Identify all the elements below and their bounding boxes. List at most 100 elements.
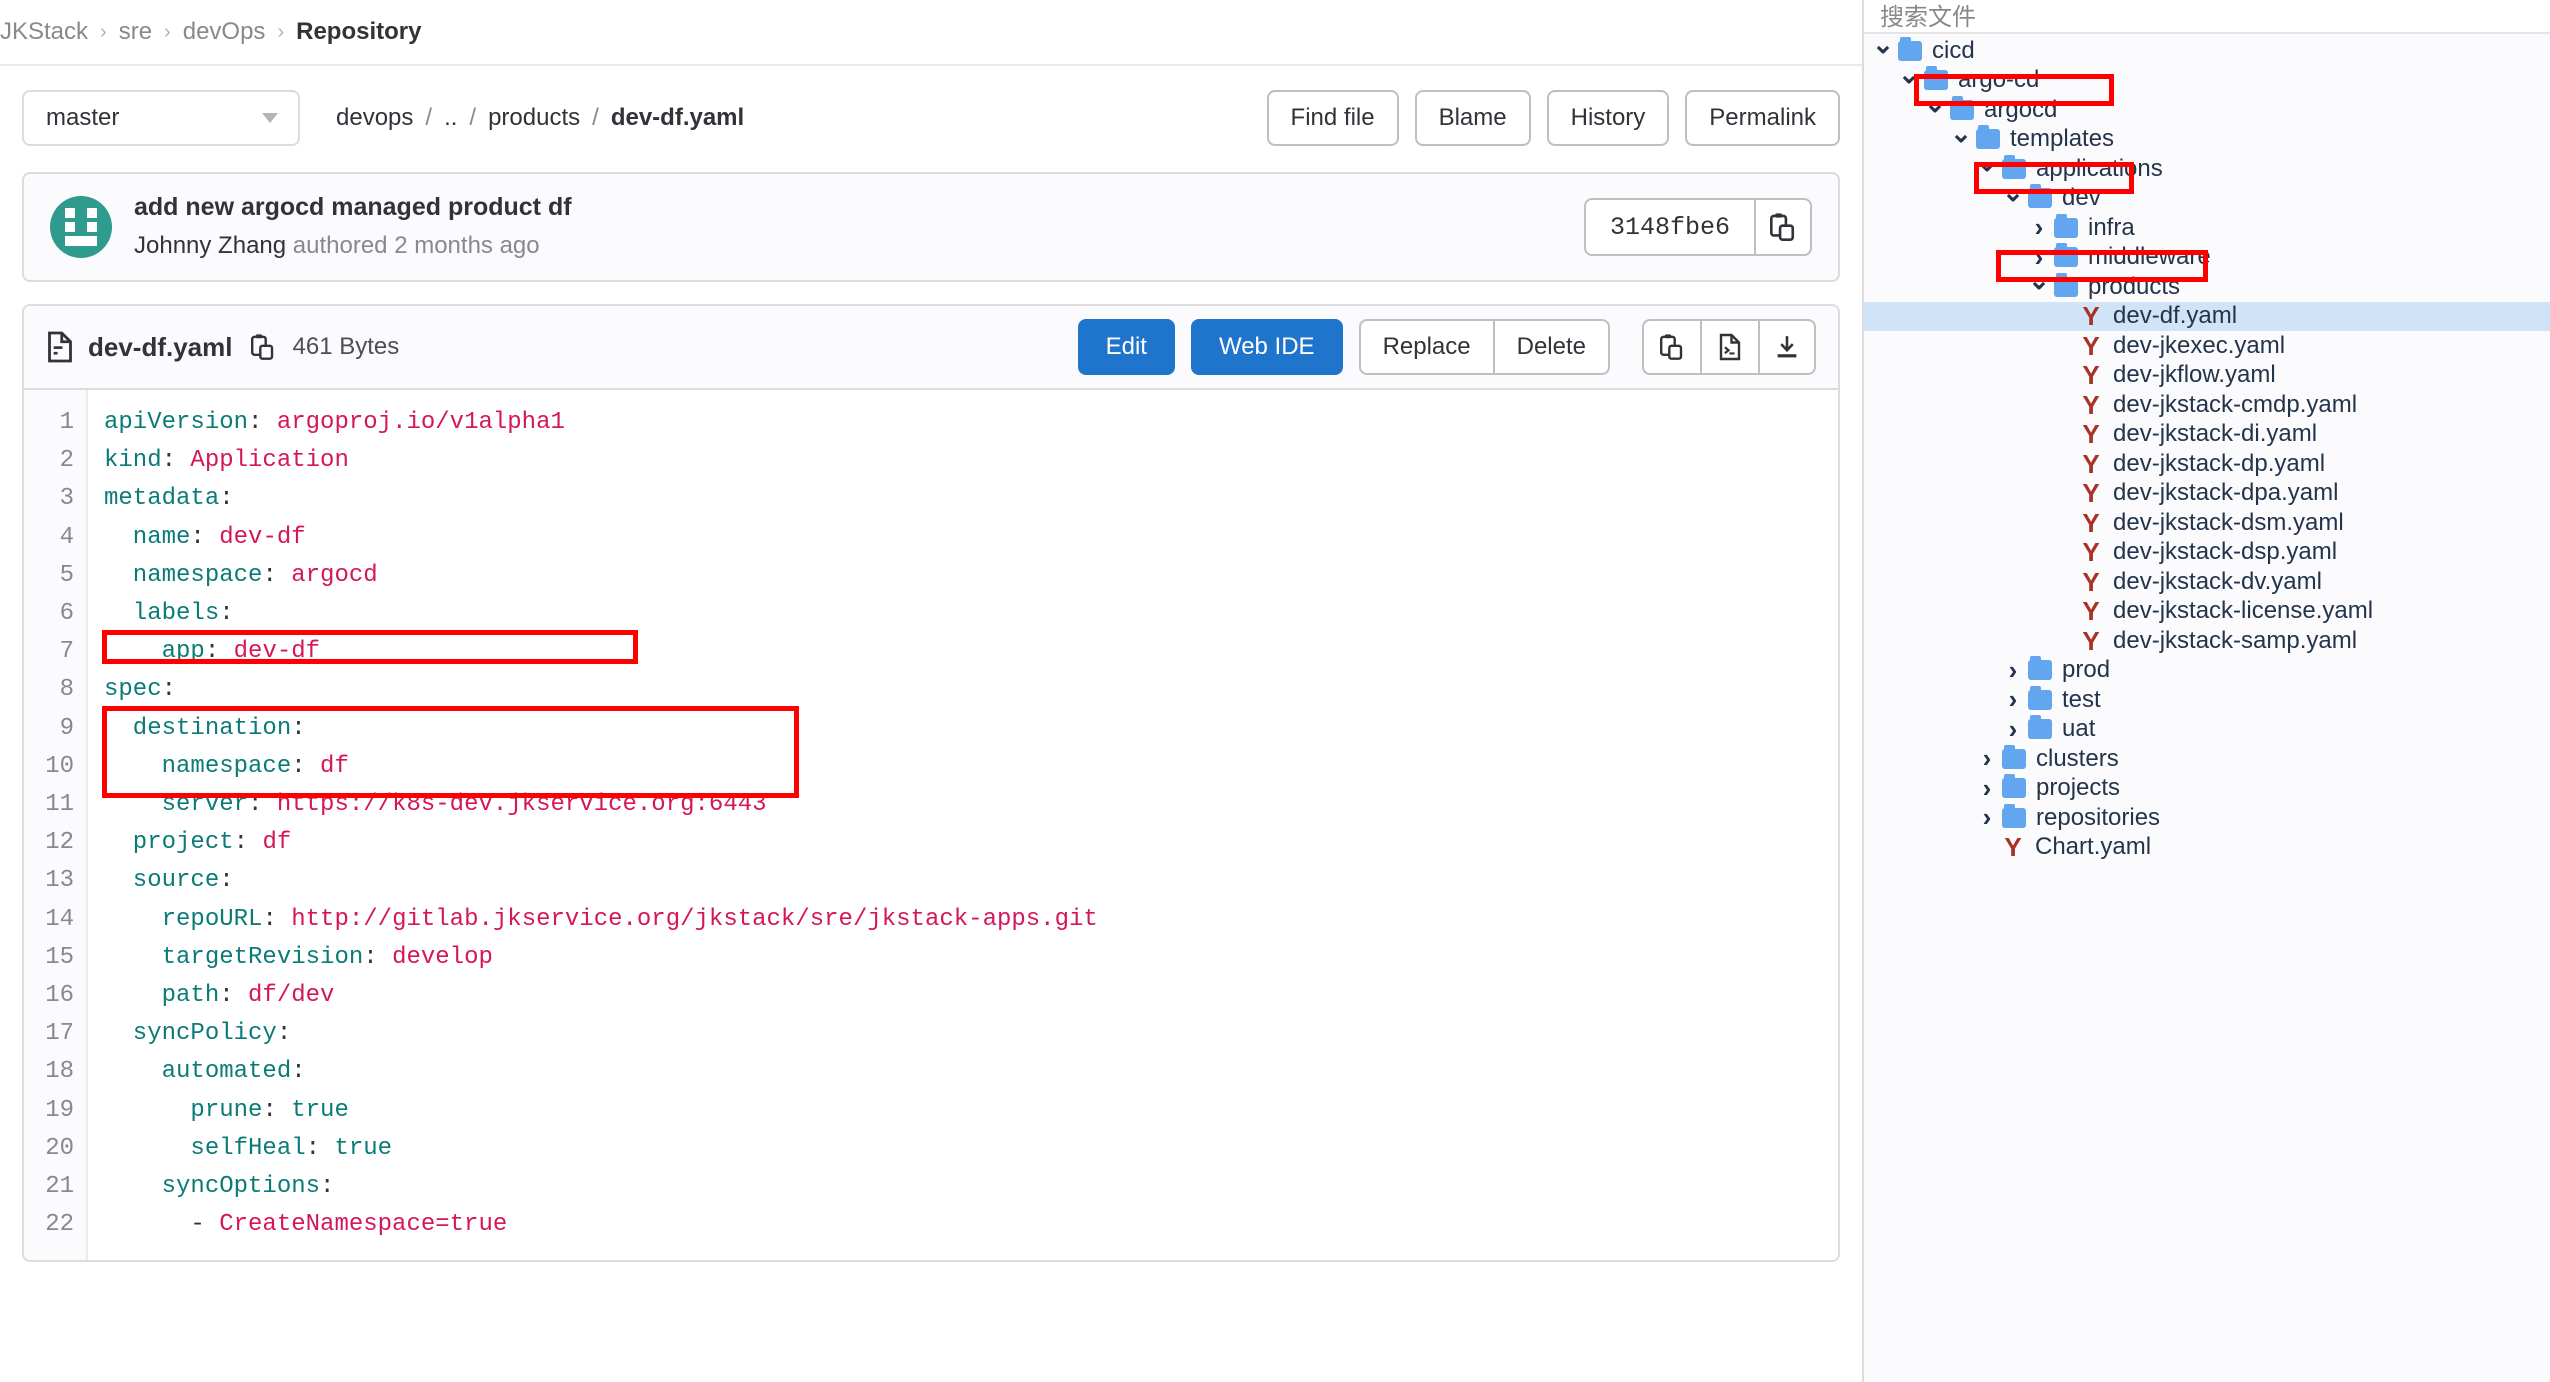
folder-icon — [2028, 184, 2052, 209]
tree-folder-dev[interactable]: dev — [1864, 184, 2550, 214]
tree-folder-middleware[interactable]: middleware — [1864, 243, 2550, 273]
tree-folder-prod[interactable]: prod — [1864, 656, 2550, 686]
commit-text: add new argocd managed product df Johnny… — [134, 191, 572, 262]
open-raw-button[interactable] — [1700, 319, 1758, 375]
file-icon-actions — [1642, 319, 1816, 375]
delete-button[interactable]: Delete — [1492, 319, 1610, 375]
chevron-right-icon[interactable] — [1976, 802, 1998, 833]
tree-folder-projects[interactable]: projects — [1864, 774, 2550, 804]
web-ide-button[interactable]: Web IDE — [1190, 319, 1343, 375]
commit-sha[interactable]: 3148fbe6 — [1583, 198, 1754, 256]
tree-item-label: infra — [2088, 213, 2135, 241]
tree-file-dev-jkstack-license.yaml[interactable]: Ydev-jkstack-license.yaml — [1864, 597, 2550, 627]
tree-file-dev-jkstack-dp.yaml[interactable]: Ydev-jkstack-dp.yaml — [1864, 449, 2550, 479]
tree-folder-templates[interactable]: templates — [1864, 125, 2550, 155]
path-segment-1[interactable]: .. — [444, 104, 457, 132]
copy-contents-button[interactable] — [1642, 319, 1700, 375]
tree-file-dev-jkstack-dv.yaml[interactable]: Ydev-jkstack-dv.yaml — [1864, 567, 2550, 597]
history-button[interactable]: History — [1546, 90, 1670, 146]
tree-file-dev-jkstack-dsp.yaml[interactable]: Ydev-jkstack-dsp.yaml — [1864, 538, 2550, 568]
chevron-right-icon[interactable] — [2028, 212, 2050, 243]
copy-sha-button[interactable] — [1754, 198, 1812, 256]
yaml-file-icon: Y — [2082, 330, 2100, 361]
path-segment-2[interactable]: products — [488, 104, 580, 132]
line-number: 21 — [45, 1173, 74, 1201]
chevron-down-icon[interactable] — [2028, 271, 2050, 302]
commit-author[interactable]: Johnny Zhang — [134, 232, 286, 259]
file-tree: cicdargo-cdargocdtemplatesapplicationsde… — [1864, 34, 2550, 862]
tree-file-dev-jkflow.yaml[interactable]: Ydev-jkflow.yaml — [1864, 361, 2550, 391]
file-size: 461 Bytes — [292, 333, 400, 360]
tree-folder-infra[interactable]: infra — [1864, 213, 2550, 243]
tree-file-dev-jkstack-samp.yaml[interactable]: Ydev-jkstack-samp.yaml — [1864, 626, 2550, 656]
code-line: syncOptions: — [104, 1173, 335, 1201]
tree-item-label: products — [2088, 272, 2181, 300]
tree-folder-uat[interactable]: uat — [1864, 715, 2550, 745]
tree-item-label: templates — [2010, 125, 2115, 153]
copy-file-path-button[interactable] — [250, 333, 275, 361]
breadcrumb-item-jkstack[interactable]: JKStack — [0, 18, 88, 46]
tree-folder-products[interactable]: products — [1864, 272, 2550, 302]
tree-item-label: dev-df.yaml — [2113, 302, 2238, 330]
edit-button[interactable]: Edit — [1077, 319, 1175, 375]
find-file-button[interactable]: Find file — [1266, 90, 1399, 146]
folder-icon — [2002, 803, 2026, 828]
line-number: 16 — [45, 982, 74, 1010]
code-line: automated: — [104, 1058, 306, 1086]
chevron-right-icon[interactable] — [1976, 773, 1998, 804]
file-viewer-card: dev-df.yaml 461 Bytes Edit Web IDE Repla… — [22, 304, 1840, 1263]
chevron-down-icon[interactable] — [1976, 153, 1998, 184]
blame-button[interactable]: Blame — [1414, 90, 1531, 146]
commit-message[interactable]: add new argocd managed product df — [134, 191, 572, 225]
permalink-button[interactable]: Permalink — [1685, 90, 1840, 146]
avatar — [50, 196, 112, 258]
path-segment-0[interactable]: devops — [336, 104, 413, 132]
tree-file-dev-jkstack-dsm.yaml[interactable]: Ydev-jkstack-dsm.yaml — [1864, 508, 2550, 538]
folder-icon — [1898, 36, 1922, 61]
chevron-right-icon[interactable] — [2002, 684, 2024, 715]
tree-file-dev-jkexec.yaml[interactable]: Ydev-jkexec.yaml — [1864, 331, 2550, 361]
chevron-right-icon[interactable] — [2002, 714, 2024, 745]
folder-icon — [2002, 744, 2026, 769]
chevron-right-icon[interactable] — [2002, 655, 2024, 686]
file-search-box[interactable]: 搜索文件 — [1864, 0, 2550, 34]
tree-item-label: dev-jkstack-dsp.yaml — [2113, 538, 2338, 566]
app-root: JKStack › sre › devOps › Repository master dev… — [0, 0, 2550, 1382]
code-line: labels: — [104, 600, 234, 628]
tree-folder-cicd[interactable]: cicd — [1864, 36, 2550, 66]
tree-item-label: middleware — [2088, 243, 2211, 271]
chevron-down-icon[interactable] — [1924, 94, 1946, 125]
commit-sha-group: 3148fbe6 — [1583, 198, 1812, 256]
download-button[interactable] — [1758, 319, 1816, 375]
tree-folder-applications[interactable]: applications — [1864, 154, 2550, 184]
code-content[interactable]: apiVersion: argoproj.io/v1alpha1 kind: Ap… — [88, 390, 1098, 1260]
tree-folder-clusters[interactable]: clusters — [1864, 744, 2550, 774]
tree-item-label: dev-jkstack-di.yaml — [2113, 420, 2318, 448]
tree-file-dev-df.yaml[interactable]: Ydev-df.yaml — [1864, 301, 2550, 331]
line-number: 17 — [45, 1020, 74, 1048]
chevron-down-icon[interactable] — [1872, 35, 1894, 66]
file-tree-sidebar: 搜索文件 cicdargo-cdargocdtemplatesapplicati… — [1862, 0, 2550, 1382]
folder-icon — [2028, 685, 2052, 710]
chevron-down-icon[interactable] — [1898, 65, 1920, 96]
tree-file-Chart.yaml[interactable]: Y Chart.yaml — [1864, 833, 2550, 863]
breadcrumb-item-sre[interactable]: sre — [119, 18, 152, 46]
line-number: 6 — [59, 600, 74, 628]
replace-button[interactable]: Replace — [1358, 319, 1493, 375]
tree-item-label: dev-jkexec.yaml — [2113, 331, 2286, 359]
chevron-down-icon[interactable] — [1950, 124, 1972, 155]
chevron-down-icon — [262, 113, 278, 123]
chevron-down-icon[interactable] — [2002, 183, 2024, 214]
tree-folder-repositories[interactable]: repositories — [1864, 803, 2550, 833]
tree-item-label: repositories — [2036, 803, 2161, 831]
tree-file-dev-jkstack-di.yaml[interactable]: Ydev-jkstack-di.yaml — [1864, 420, 2550, 450]
branch-selector[interactable]: master — [22, 90, 300, 146]
tree-file-dev-jkstack-dpa.yaml[interactable]: Ydev-jkstack-dpa.yaml — [1864, 479, 2550, 509]
tree-file-dev-jkstack-cmdp.yaml[interactable]: Ydev-jkstack-cmdp.yaml — [1864, 390, 2550, 420]
tree-folder-argo-cd[interactable]: argo-cd — [1864, 66, 2550, 96]
tree-item-label: dev-jkstack-dp.yaml — [2113, 449, 2326, 477]
chevron-right-icon[interactable] — [1976, 743, 1998, 774]
code-line: syncPolicy: — [104, 1020, 292, 1048]
tree-folder-test[interactable]: test — [1864, 685, 2550, 715]
breadcrumb-item-devops[interactable]: devOps — [183, 18, 266, 46]
